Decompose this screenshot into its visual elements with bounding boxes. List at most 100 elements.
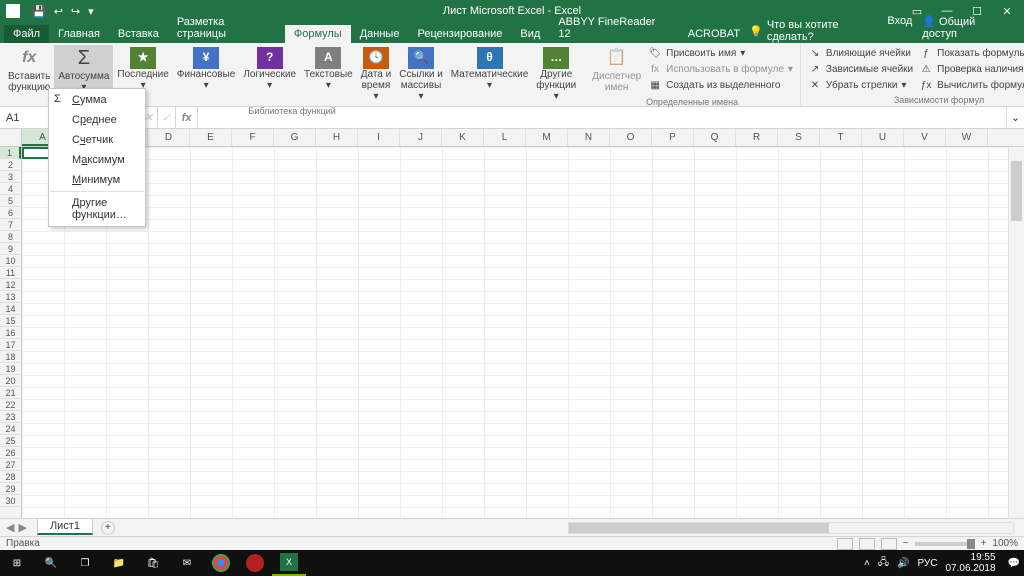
tab-home[interactable]: Главная	[49, 25, 109, 43]
enter-formula-button[interactable]: ✓	[158, 107, 176, 128]
tray-volume-icon[interactable]: 🔊	[897, 558, 909, 569]
create-from-selection-button[interactable]: ▦Создать из выделенного	[645, 77, 796, 93]
row-header-24[interactable]: 24	[0, 423, 21, 435]
row-header-20[interactable]: 20	[0, 375, 21, 387]
add-sheet-button[interactable]: +	[101, 521, 115, 535]
vertical-scrollbar[interactable]	[1008, 147, 1024, 518]
explorer-button[interactable]: 📁	[102, 550, 136, 576]
column-header-P[interactable]: P	[652, 129, 694, 146]
qat-customize[interactable]: ▾	[88, 5, 94, 18]
tell-me[interactable]: 💡 Что вы хотите сделать?	[749, 19, 887, 43]
insert-function-fx-button[interactable]: fx	[176, 107, 198, 128]
row-header-10[interactable]: 10	[0, 255, 21, 267]
financial-functions-button[interactable]: ¥Финансовые▾	[173, 45, 240, 93]
row-header-12[interactable]: 12	[0, 279, 21, 291]
column-header-R[interactable]: R	[736, 129, 778, 146]
row-header-25[interactable]: 25	[0, 435, 21, 447]
menu-count[interactable]: Счетчик	[50, 130, 144, 150]
page-break-view-button[interactable]	[881, 538, 897, 550]
row-header-2[interactable]: 2	[0, 159, 21, 171]
row-header-15[interactable]: 15	[0, 315, 21, 327]
sheet-nav-next[interactable]: ▶	[18, 521, 26, 534]
row-header-4[interactable]: 4	[0, 183, 21, 195]
zoom-in-button[interactable]: +	[981, 538, 987, 549]
row-header-13[interactable]: 13	[0, 291, 21, 303]
lookup-functions-button[interactable]: 🔍Ссылки и массивы▾	[395, 45, 447, 104]
column-header-U[interactable]: U	[862, 129, 904, 146]
zoom-level[interactable]: 100%	[992, 538, 1018, 549]
show-formulas-button[interactable]: ƒПоказать формулы	[916, 45, 1024, 61]
tab-view[interactable]: Вид	[511, 25, 549, 43]
row-header-22[interactable]: 22	[0, 399, 21, 411]
zoom-out-button[interactable]: −	[903, 538, 909, 549]
formula-bar[interactable]	[198, 107, 1006, 128]
hscroll-thumb[interactable]	[569, 523, 829, 533]
recent-functions-button[interactable]: ★Последние▾	[113, 45, 172, 93]
column-header-K[interactable]: K	[442, 129, 484, 146]
row-header-29[interactable]: 29	[0, 483, 21, 495]
start-button[interactable]: ⊞	[0, 550, 34, 576]
tab-abbyy[interactable]: ABBYY FineReader 12	[549, 13, 678, 43]
evaluate-formula-button[interactable]: ƒxВычислить формулу	[916, 77, 1024, 93]
column-header-N[interactable]: N	[568, 129, 610, 146]
datetime-functions-button[interactable]: 🕓Дата и время▾	[357, 45, 396, 104]
tab-page-layout[interactable]: Разметка страницы	[168, 13, 285, 43]
zoom-thumb[interactable]	[967, 539, 975, 549]
excel-taskbar-button[interactable]: X	[272, 550, 306, 576]
remove-arrows-button[interactable]: ✕Убрать стрелки ▾	[805, 77, 916, 93]
share-button[interactable]: 👤 Общий доступ	[922, 15, 1012, 40]
task-view-button[interactable]: ❐	[68, 550, 102, 576]
column-header-I[interactable]: I	[358, 129, 400, 146]
cells-area[interactable]	[22, 147, 1008, 518]
column-header-M[interactable]: M	[526, 129, 568, 146]
column-header-D[interactable]: D	[148, 129, 190, 146]
row-header-9[interactable]: 9	[0, 243, 21, 255]
column-header-E[interactable]: E	[190, 129, 232, 146]
horizontal-scrollbar[interactable]	[568, 522, 1014, 534]
column-header-G[interactable]: G	[274, 129, 316, 146]
tray-network-icon[interactable]: 🖧	[878, 555, 889, 572]
tray-language[interactable]: РУС	[917, 558, 937, 569]
column-header-O[interactable]: O	[610, 129, 652, 146]
select-all-corner[interactable]	[0, 129, 22, 146]
row-header-23[interactable]: 23	[0, 411, 21, 423]
row-header-28[interactable]: 28	[0, 471, 21, 483]
column-header-V[interactable]: V	[904, 129, 946, 146]
row-header-6[interactable]: 6	[0, 207, 21, 219]
chrome-button[interactable]	[204, 550, 238, 576]
tray-clock[interactable]: 19:55 07.06.2018	[945, 552, 999, 574]
column-header-W[interactable]: W	[946, 129, 988, 146]
normal-view-button[interactable]	[837, 538, 853, 550]
sheet-nav-prev[interactable]: ◀	[6, 521, 14, 534]
trace-precedents-button[interactable]: ↘Влияющие ячейки	[805, 45, 916, 61]
store-button[interactable]: 🛍	[136, 550, 170, 576]
page-layout-view-button[interactable]	[859, 538, 875, 550]
tab-file[interactable]: Файл	[4, 25, 49, 43]
row-header-30[interactable]: 30	[0, 495, 21, 507]
use-in-formula-button[interactable]: fxИспользовать в формуле ▾	[645, 61, 796, 77]
mail-button[interactable]: ✉	[170, 550, 204, 576]
more-functions-button[interactable]: …Другие функции▾	[532, 45, 580, 104]
column-header-J[interactable]: J	[400, 129, 442, 146]
row-header-18[interactable]: 18	[0, 351, 21, 363]
row-header-16[interactable]: 16	[0, 327, 21, 339]
column-header-S[interactable]: S	[778, 129, 820, 146]
row-header-26[interactable]: 26	[0, 447, 21, 459]
tab-formulas[interactable]: Формулы	[285, 25, 351, 43]
row-header-19[interactable]: 19	[0, 363, 21, 375]
define-name-button[interactable]: 🏷Присвоить имя ▾	[645, 45, 796, 61]
tab-insert[interactable]: Вставка	[109, 25, 168, 43]
sheet-tab-1[interactable]: Лист1	[37, 518, 93, 535]
column-header-T[interactable]: T	[820, 129, 862, 146]
insert-function-button[interactable]: fx Вставить функцию	[4, 45, 54, 95]
row-header-7[interactable]: 7	[0, 219, 21, 231]
save-button[interactable]: 💾	[32, 5, 46, 18]
column-header-L[interactable]: L	[484, 129, 526, 146]
tray-notifications-icon[interactable]: 💬	[1008, 558, 1020, 569]
row-header-17[interactable]: 17	[0, 339, 21, 351]
error-checking-button[interactable]: ⚠Проверка наличия ошибок ▾	[916, 61, 1024, 77]
menu-max[interactable]: Максимум	[50, 150, 144, 170]
tab-data[interactable]: Данные	[351, 25, 409, 43]
row-header-3[interactable]: 3	[0, 171, 21, 183]
row-header-11[interactable]: 11	[0, 267, 21, 279]
